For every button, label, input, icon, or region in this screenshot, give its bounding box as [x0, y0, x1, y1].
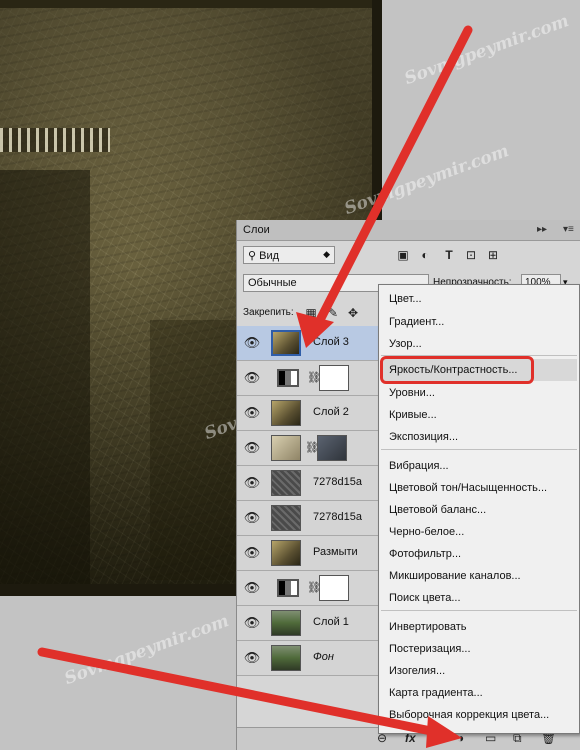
eye-icon[interactable]: 👁: [241, 405, 263, 421]
watermark: Sovmgpeymir.com: [61, 610, 232, 690]
menu-item[interactable]: Цветовой тон/Насыщенность...: [389, 482, 547, 494]
lock-pixels-icon[interactable]: ✎: [325, 305, 341, 321]
watermark: Sovmgpeymir.com: [401, 10, 572, 90]
eye-icon[interactable]: 👁: [241, 510, 263, 526]
layer-name: Слой 3: [313, 336, 349, 348]
menu-item[interactable]: Кривые...: [389, 409, 437, 421]
mask-thumbnail: [319, 365, 349, 391]
menu-item[interactable]: Уровни...: [389, 387, 435, 399]
eye-icon[interactable]: 👁: [241, 370, 263, 386]
eye-icon[interactable]: 👁: [241, 335, 263, 351]
menu-item[interactable]: Градиент...: [389, 316, 444, 328]
menu-item[interactable]: Узор...: [389, 338, 422, 350]
layer-name: Фон: [313, 651, 334, 663]
layer-thumbnail: [271, 610, 301, 636]
layer-name: 7278d15a: [313, 476, 362, 488]
highlight-box: [380, 356, 534, 384]
layer-thumbnail: [271, 505, 301, 531]
layer-thumbnail: [271, 400, 301, 426]
lock-position-icon[interactable]: ✥: [345, 305, 361, 321]
menu-item[interactable]: Фотофильтр...: [389, 548, 461, 560]
levels-adjustment-icon: [277, 369, 299, 387]
layer-thumbnail: [271, 470, 301, 496]
menu-item[interactable]: Микширование каналов...: [389, 570, 521, 582]
filter-shape-icon[interactable]: ⊡: [463, 247, 479, 263]
menu-item[interactable]: Изогелия...: [389, 665, 445, 677]
layer-name: Слой 2: [313, 406, 349, 418]
panel-header: Слои ▸▸ ▾≡: [237, 220, 580, 241]
filter-smart-icon[interactable]: ⊞: [485, 247, 501, 263]
filter-adjustment-icon[interactable]: ◐: [417, 247, 433, 263]
eye-icon[interactable]: 👁: [241, 615, 263, 631]
layer-thumbnail: [271, 645, 301, 671]
panel-menu-icon[interactable]: ▾≡: [563, 224, 574, 235]
lock-transparent-icon[interactable]: ▦: [303, 305, 319, 321]
menu-item[interactable]: Черно-белое...: [389, 526, 464, 538]
layer-name: 7278d15a: [313, 511, 362, 523]
tab-layers[interactable]: Слои: [243, 224, 270, 236]
levels-adjustment-icon: [277, 579, 299, 597]
search-icon: ⚲: [248, 250, 257, 262]
menu-item[interactable]: Вибрация...: [389, 460, 449, 472]
eye-icon[interactable]: 👁: [241, 440, 263, 456]
layer-name: Слой 1: [313, 616, 349, 628]
menu-item[interactable]: Цветовой баланс...: [389, 504, 486, 516]
eye-icon[interactable]: 👁: [241, 545, 263, 561]
menu-item[interactable]: Поиск цвета...: [389, 592, 461, 604]
smart-object-thumbnail: [271, 435, 301, 461]
menu-item[interactable]: Карта градиента...: [389, 687, 483, 699]
filter-type-icon[interactable]: T: [441, 247, 457, 263]
layer-filter-select[interactable]: ⚲ Вид ◆: [243, 246, 335, 264]
collapse-icon[interactable]: ▸▸: [537, 224, 547, 235]
menu-item[interactable]: Постеризация...: [389, 643, 471, 655]
eye-icon[interactable]: 👁: [241, 650, 263, 666]
eye-icon[interactable]: 👁: [241, 475, 263, 491]
menu-item[interactable]: Цвет...: [389, 293, 422, 305]
filter-pixel-icon[interactable]: ▣: [395, 247, 411, 263]
eye-icon[interactable]: 👁: [241, 580, 263, 596]
mask-thumbnail: [317, 435, 347, 461]
layer-thumbnail: [271, 540, 301, 566]
layer-name: Размыти: [313, 546, 358, 558]
menu-item[interactable]: Выборочная коррекция цвета...: [389, 709, 549, 721]
chevron-down-icon: ◆: [323, 249, 330, 259]
menu-item[interactable]: Экспозиция...: [389, 431, 458, 443]
mask-thumbnail: [319, 575, 349, 601]
adjustment-menu: Цвет... Градиент... Узор... Яркость/Конт…: [378, 284, 580, 734]
layer-thumbnail: [271, 330, 301, 356]
menu-item[interactable]: Инвертировать: [389, 621, 466, 633]
lock-label: Закрепить:: [243, 307, 294, 318]
